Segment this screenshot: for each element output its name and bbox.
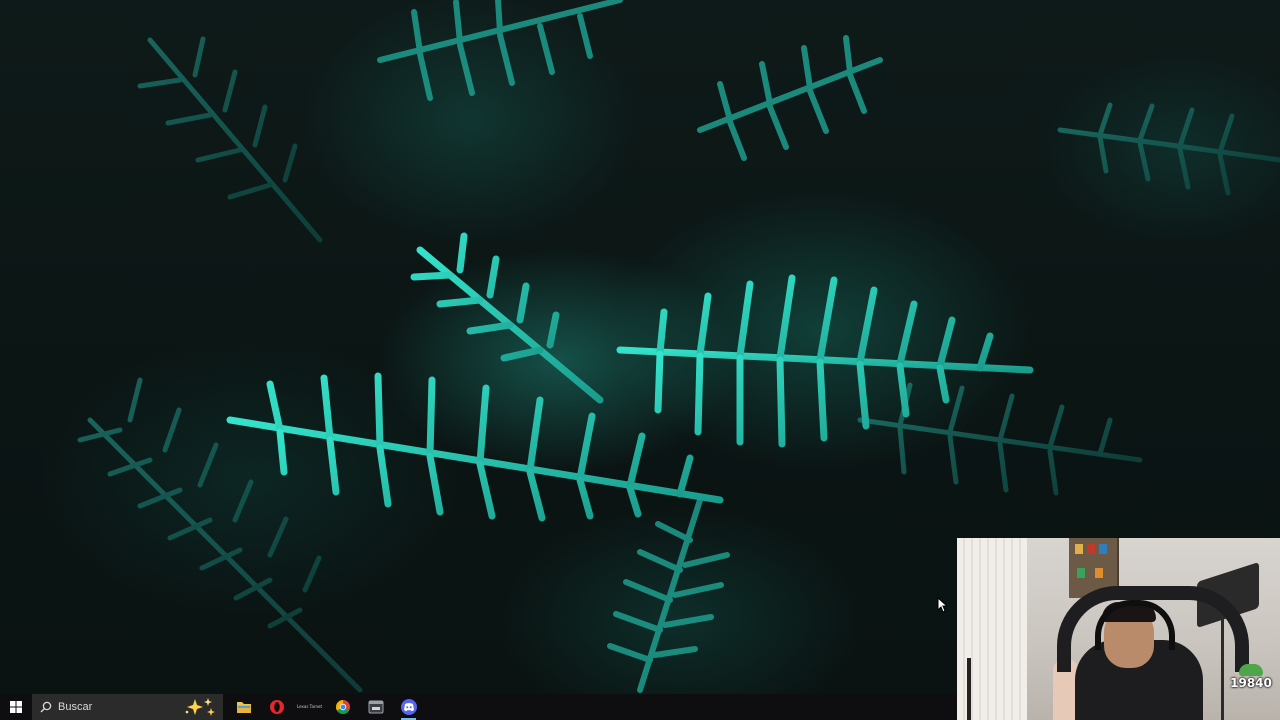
sparkle-icon — [185, 698, 215, 716]
taskbar-discord[interactable] — [392, 694, 425, 720]
folder-icon — [236, 702, 251, 713]
taskbar-opera[interactable] — [260, 694, 293, 720]
taskbar-pinned-shortcut[interactable]: Lexas Tarnet — [293, 694, 326, 720]
start-button[interactable] — [0, 694, 32, 720]
taskbar-app-list: Lexas Tarnet — [227, 694, 425, 720]
shortcut-label: Lexas Tarnet — [296, 704, 323, 709]
taskbar-chrome[interactable] — [326, 694, 359, 720]
search-placeholder: Buscar — [58, 701, 93, 713]
windows-logo-icon — [10, 701, 22, 713]
taskbar-app-window[interactable] — [359, 694, 392, 720]
search-icon — [40, 701, 52, 713]
taskbar-file-explorer[interactable] — [227, 694, 260, 720]
chrome-icon — [335, 700, 350, 714]
webcam-overlay: 19840 — [957, 538, 1280, 720]
tripod — [967, 658, 971, 720]
frog-emote-icon — [1239, 664, 1263, 676]
taskbar-search-box[interactable]: Buscar — [32, 694, 223, 720]
channel-points-badge: 19840 — [1227, 664, 1275, 690]
discord-icon — [400, 699, 417, 715]
channel-points-value: 19840 — [1230, 676, 1272, 690]
shortcut-icon: Lexas Tarnet — [297, 705, 322, 709]
window-app-icon — [368, 700, 383, 714]
mouse-cursor-icon — [937, 597, 947, 613]
opera-icon — [269, 700, 284, 714]
